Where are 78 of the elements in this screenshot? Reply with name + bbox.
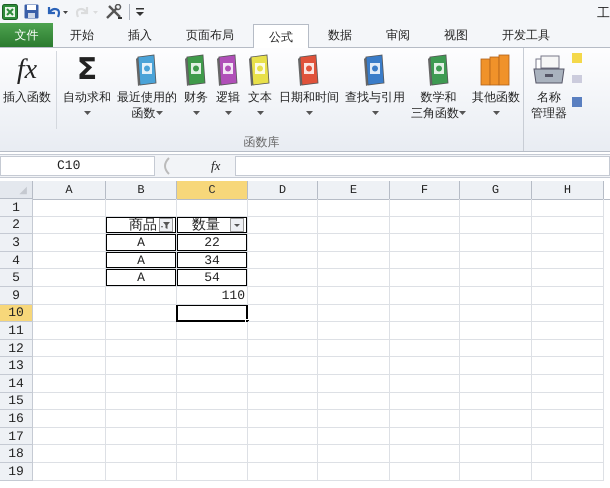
ribbon-tab[interactable]: 审阅 bbox=[371, 23, 425, 47]
save-icon[interactable] bbox=[24, 4, 39, 19]
table-cell[interactable]: A bbox=[106, 252, 177, 270]
row-header[interactable]: 18 bbox=[0, 445, 33, 463]
column-header[interactable]: D bbox=[248, 181, 318, 200]
ribbon-button[interactable]: 数学和 三角函数 bbox=[408, 51, 469, 129]
ribbon-tab[interactable]: 公式 bbox=[253, 24, 309, 48]
ribbon-button[interactable]: 查找与引用 bbox=[342, 51, 408, 129]
row-header[interactable]: 5 bbox=[0, 269, 33, 287]
group-label: 函数库 bbox=[244, 134, 280, 151]
filter-applied-button[interactable] bbox=[159, 218, 173, 232]
table-cell[interactable]: 110 bbox=[177, 286, 248, 305]
row-header[interactable]: 1 bbox=[0, 199, 33, 217]
row-header[interactable]: 11 bbox=[0, 322, 33, 340]
ribbon-tab[interactable]: 数据 bbox=[313, 23, 367, 47]
ribbon-button[interactable]: 日期和时间 bbox=[276, 51, 342, 129]
column-header[interactable]: G bbox=[460, 181, 532, 200]
ribbon-button[interactable]: 文本 bbox=[244, 51, 276, 129]
filter-dropdown-button[interactable] bbox=[230, 218, 244, 232]
row-header[interactable]: 16 bbox=[0, 410, 33, 428]
undo-icon[interactable] bbox=[45, 4, 69, 19]
dropdown-arrow-icon bbox=[156, 111, 162, 115]
ribbon-button[interactable]: 名称 管理器 bbox=[528, 51, 570, 129]
ribbon-button[interactable]: fx 插入函数 bbox=[0, 51, 57, 129]
table-cell[interactable]: 54 bbox=[177, 269, 248, 287]
ribbon-button[interactable]: 其他函数 bbox=[469, 51, 523, 129]
row-header[interactable]: 14 bbox=[0, 374, 33, 393]
table-cell[interactable]: A bbox=[106, 234, 177, 252]
column-header[interactable]: B bbox=[106, 181, 177, 200]
function-icon: fx bbox=[16, 53, 38, 87]
ribbon-tab[interactable]: 开发工具 bbox=[487, 23, 565, 47]
row-header[interactable]: 13 bbox=[0, 357, 33, 375]
row-header[interactable]: 4 bbox=[0, 252, 33, 270]
row-header[interactable]: 19 bbox=[0, 462, 33, 480]
column-header[interactable]: H bbox=[532, 181, 604, 200]
excel-icon[interactable] bbox=[2, 4, 18, 20]
ribbon-button[interactable]: 财务 bbox=[180, 51, 212, 129]
ribbon-tab[interactable]: 开始 bbox=[55, 23, 109, 47]
row-header[interactable]: 10 bbox=[0, 304, 33, 322]
ribbon-tab[interactable]: 文件 bbox=[0, 23, 53, 47]
customize-icon[interactable] bbox=[136, 6, 144, 18]
select-all-icon[interactable] bbox=[0, 181, 33, 199]
sum-icon: Σ bbox=[76, 53, 98, 87]
column-header[interactable]: A bbox=[33, 181, 106, 200]
dropdown-arrow-icon bbox=[84, 111, 90, 115]
tools-icon[interactable] bbox=[105, 4, 123, 20]
name-manager-icon bbox=[533, 55, 565, 85]
ribbon-button[interactable]: 逻辑 bbox=[212, 51, 244, 129]
dropdown-arrow-icon bbox=[492, 111, 500, 115]
column-header[interactable]: F bbox=[390, 181, 460, 200]
row-header[interactable]: 17 bbox=[0, 428, 33, 446]
dropdown-arrow-icon bbox=[192, 111, 200, 115]
table-cell[interactable]: 商品 bbox=[106, 216, 177, 234]
dropdown-arrow-icon bbox=[306, 111, 312, 115]
table-cell[interactable]: A bbox=[106, 269, 177, 287]
insert-function-button[interactable]: fx bbox=[211, 156, 229, 176]
formula-input[interactable] bbox=[235, 156, 610, 176]
row-header[interactable]: 2 bbox=[0, 216, 33, 234]
name-box[interactable]: C10 bbox=[0, 156, 155, 176]
column-header[interactable]: C bbox=[177, 181, 248, 200]
table-cell[interactable]: 数量 bbox=[177, 216, 248, 234]
row-header[interactable]: 15 bbox=[0, 392, 33, 410]
ribbon-button[interactable]: 最近使用的 函数 bbox=[114, 51, 180, 129]
window-title: 工 bbox=[597, 4, 610, 22]
dropdown-arrow-icon bbox=[459, 111, 466, 115]
ribbon-button[interactable]: Σ 自动求和 bbox=[60, 51, 114, 129]
ribbon-tab[interactable]: 页面布局 bbox=[171, 23, 249, 47]
dropdown-arrow-icon bbox=[372, 111, 378, 115]
ribbon-tab[interactable]: 插入 bbox=[113, 23, 167, 47]
table-cell[interactable]: 22 bbox=[177, 234, 248, 252]
dropdown-arrow-icon bbox=[224, 111, 232, 115]
dropdown-arrow-icon bbox=[256, 111, 264, 115]
ribbon-tab[interactable]: 视图 bbox=[429, 23, 483, 47]
column-header[interactable]: E bbox=[318, 181, 390, 200]
row-header[interactable]: 9 bbox=[0, 286, 33, 305]
table-cell[interactable]: 34 bbox=[177, 252, 248, 270]
row-header[interactable]: 12 bbox=[0, 340, 33, 358]
row-header[interactable]: 3 bbox=[0, 234, 33, 252]
